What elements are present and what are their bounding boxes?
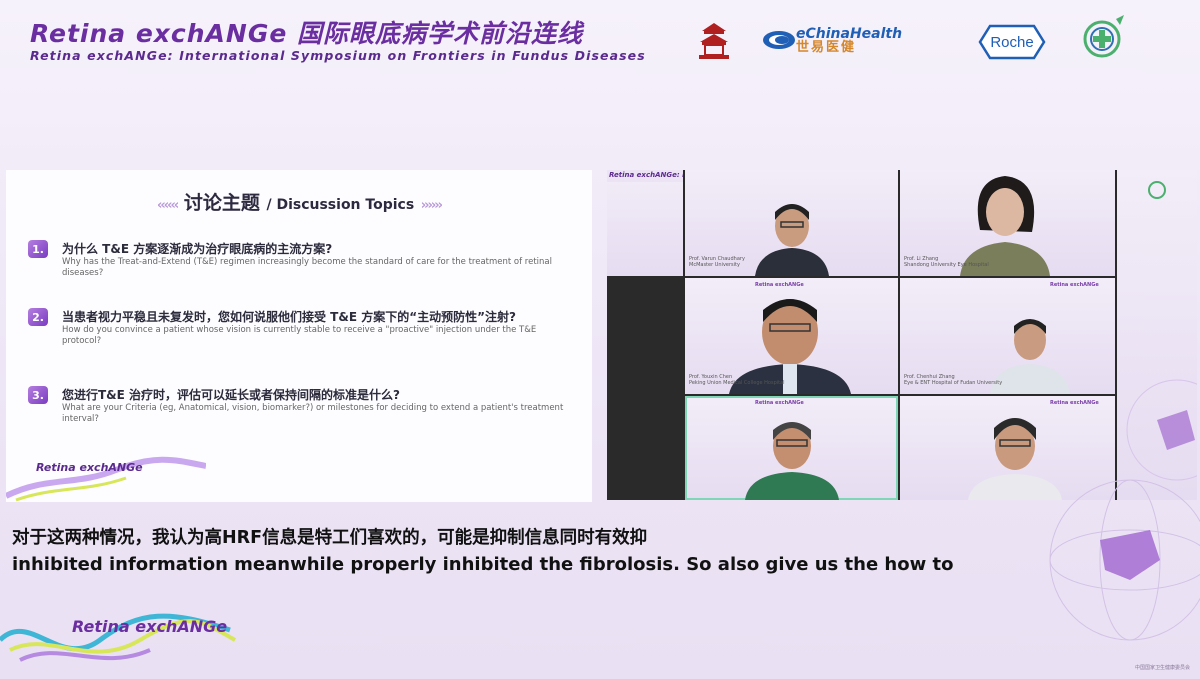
question-en: Why has the Treat-and-Extend (T&E) regim… [62,257,552,278]
participant-avatar [745,422,839,500]
participant-affiliation: McMaster University [689,262,740,268]
question-zh: 当患者视力平稳且未复发时，您如何说服他们接受 T&E 方案下的“主动预防性”注射… [62,310,516,324]
side-strip-tile [1117,170,1197,500]
video-conference-grid: Retina exchANGe: Inter Prof. Varun Chaud… [607,170,1197,500]
globe-map-icon [1126,181,1197,481]
page-subtitle: Retina exchANGe: International Symposium… [30,48,646,63]
question-zh: 为什么 T&E 方案逐渐成为治疗眼底病的主流方案? [62,242,333,256]
participant-name-label: Prof. Varun Chaudhary McMaster Universit… [689,256,745,268]
tile-banner-text: Retina exchANGe: Inter [609,171,683,179]
slide-title-en: / Discussion Topics [266,197,415,213]
slide-brand-text: Retina exchANGe [36,461,143,474]
video-tile-3[interactable]: Retina exchANGe Prof. Youxin Chen Peking… [685,278,898,394]
footer-note: 中国国家卫生健康委员会 [1134,665,1190,671]
video-tile-4[interactable]: Retina exchANGe Prof. Chenhui Zhang Eye … [900,278,1115,394]
chevron-deco-icon: ‹‹‹‹‹‹ [157,198,179,213]
footer-brand-text: Retina exchANGe [72,617,228,636]
question-en: How do you convince a patient whose visi… [62,325,537,346]
tile-title: Retina exchANGe [755,400,804,406]
tile-banner: Retina exchANGe: Inter [607,170,683,182]
slide-title-zh: 讨论主题 [183,192,260,214]
subtitle-zh: 对于这两种情况，我认为高HRF信息是特工们喜欢的，可能是抑制信息同时有效抑 [12,528,648,548]
chevron-deco-icon: ›››››› [420,198,443,213]
participant-affiliation: Shandong University Eye Hospital [904,262,989,268]
question-en: What are your Criteria (eg, Anatomical, … [62,403,564,424]
subtitle-en: inhibited information meanwhile properly… [12,554,954,575]
participant-avatar [755,204,829,276]
footer-brand-logo: Retina exchANGe [0,600,240,679]
participant-name-label: Prof. Li Zhang Shandong University Eye H… [904,256,989,268]
video-tile-1[interactable]: Prof. Varun Chaudhary McMaster Universit… [685,170,898,276]
echina-zh-text: 世易医健 [796,39,857,55]
temple-seal-icon [686,14,742,68]
circle-cross-icon [1078,10,1130,68]
echinahealth-logo: eChinaHealth 世易医健 [762,24,902,56]
question-number: 1. [28,240,48,258]
echina-en-text: eChinaHealth [796,25,903,42]
participant-name-label: Prof. Chenhui Zhang Eye & ENT Hospital o… [904,374,1002,386]
page-title: Retina exchANGe 国际眼底病学术前沿连线 [30,19,584,48]
video-tile-2[interactable]: Prof. Li Zhang Shandong University Eye H… [900,170,1115,276]
discussion-slide: ‹‹‹‹‹‹ 讨论主题 / Discussion Topics ›››››› 1… [6,170,592,502]
ribbon-swoosh-icon [0,613,236,662]
question-number: 2. [28,308,48,326]
question-number: 3. [28,386,48,404]
header: Retina exchANGe 国际眼底病学术前沿连线 Retina exchA… [0,0,1200,80]
globe-decoration-icon [1049,479,1200,641]
shared-screen-tile[interactable]: Retina exchANGe: Inter [607,170,683,276]
participant-name-label: Prof. Youxin Chen Peking Union Medical C… [689,374,785,386]
participant-affiliation: Peking Union Medical College Hospital [689,380,785,386]
question-zh: 您进行T&E 治疗时，评估可以延长或者保持间隔的标准是什么? [62,388,400,402]
tile-title: Retina exchANGe [1050,282,1099,288]
slide-brand-logo: Retina exchANGe [6,456,206,502]
slide-title: ‹‹‹‹‹‹ 讨论主题 / Discussion Topics ›››››› [6,188,592,215]
video-tile-5[interactable]: Retina exchANGe [685,396,898,500]
roche-logo-text: Roche [990,34,1033,51]
roche-logo: Roche [978,24,1046,60]
participant-affiliation: Eye & ENT Hospital of Fudan University [904,380,1003,386]
